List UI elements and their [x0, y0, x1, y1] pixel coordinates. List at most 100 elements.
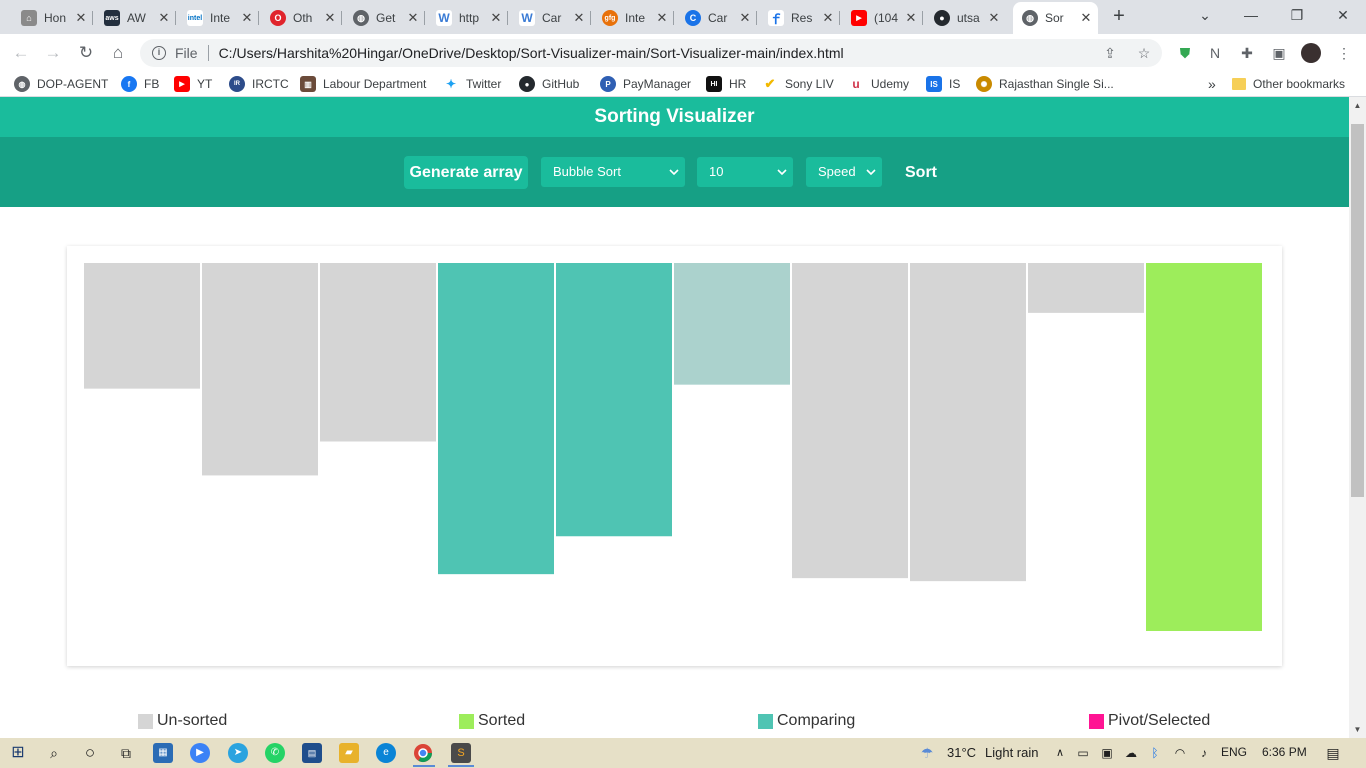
bookmark-yt[interactable]: ▶ YT: [174, 75, 212, 93]
extensions-puzzle-icon[interactable]: ✚: [1237, 43, 1257, 63]
close-icon[interactable]: ✕: [739, 10, 751, 26]
address-bar[interactable]: i File C:/Users/Harshita%20Hingar/OneDri…: [140, 39, 1162, 67]
close-icon[interactable]: ✕: [241, 10, 253, 26]
tab-sorting-visualizer[interactable]: ◍ Sor ✕: [1013, 2, 1098, 34]
tab-car-c[interactable]: C Car ✕: [676, 4, 757, 32]
close-icon[interactable]: ✕: [158, 10, 170, 26]
language-indicator[interactable]: ENG: [1221, 745, 1247, 759]
close-icon[interactable]: ✕: [324, 10, 336, 26]
home-button[interactable]: ⌂: [105, 40, 131, 66]
bookmark-github[interactable]: ● GitHub: [519, 75, 579, 93]
file-explorer-icon[interactable]: ▰: [339, 743, 359, 763]
bookmark-star-icon[interactable]: ☆: [1136, 45, 1152, 61]
weather-description[interactable]: Light rain: [985, 745, 1038, 760]
info-icon[interactable]: i: [152, 46, 166, 60]
tab-opera[interactable]: O Oth ✕: [261, 4, 342, 32]
bookmark-folder-other[interactable]: Other bookmarks: [1232, 75, 1345, 93]
close-icon[interactable]: ✕: [1080, 10, 1092, 26]
search-icon[interactable]: ⌕: [44, 743, 64, 763]
task-view-icon[interactable]: ⧉: [116, 743, 136, 763]
minimize-button[interactable]: —: [1228, 4, 1274, 28]
weather-rain-icon[interactable]: ☂: [917, 743, 937, 763]
close-icon[interactable]: ✕: [407, 10, 419, 26]
volume-icon[interactable]: ♪: [1194, 743, 1214, 763]
paymanager-icon: P: [600, 76, 616, 92]
bookmark-rajasthan[interactable]: ✺ Rajasthan Single Si...: [976, 75, 1114, 93]
speed-select[interactable]: Speed: [806, 157, 882, 187]
bookmark-fb[interactable]: f FB: [121, 75, 159, 93]
scroll-up-arrow-icon[interactable]: ▲: [1349, 97, 1366, 114]
bookmark-udemy[interactable]: u Udemy: [848, 75, 909, 93]
whatsapp-icon[interactable]: ✆: [265, 743, 285, 763]
algorithm-select[interactable]: Bubble Sort: [541, 157, 685, 187]
close-icon[interactable]: ✕: [75, 10, 87, 26]
info-icon: ｆ: [768, 10, 784, 27]
new-tab-button[interactable]: +: [1108, 6, 1130, 28]
tab-gfg[interactable]: gfg Inte ✕: [593, 4, 674, 32]
close-icon[interactable]: ✕: [822, 10, 834, 26]
bookmark-labour-department[interactable]: ▥ Labour Department: [300, 75, 426, 93]
scroll-thumb[interactable]: [1351, 124, 1364, 497]
display-icon[interactable]: ▣: [1097, 743, 1117, 763]
close-icon[interactable]: ✕: [573, 10, 585, 26]
reload-button[interactable]: ↻: [73, 40, 99, 66]
onedrive-cloud-icon[interactable]: ☁: [1121, 743, 1141, 763]
battery-icon[interactable]: ▭: [1073, 743, 1093, 763]
page-scrollbar[interactable]: ▲ ▼: [1349, 97, 1366, 738]
cortana-icon[interactable]: ○: [80, 743, 100, 763]
notifications-icon[interactable]: ▤: [1323, 743, 1343, 763]
tab-car-w[interactable]: W Car ✕: [510, 4, 591, 32]
tab-divider: [92, 11, 93, 25]
tab-aws[interactable]: aws AW ✕: [95, 4, 176, 32]
bookmark-dop-agent[interactable]: ◍ DOP-AGENT: [14, 75, 108, 93]
sublime-text-icon[interactable]: S: [451, 743, 471, 763]
profile-avatar[interactable]: [1301, 43, 1321, 63]
shield-icon[interactable]: ⛊: [1175, 43, 1195, 63]
tab-get[interactable]: ◍ Get ✕: [344, 4, 425, 32]
bookmark-hr[interactable]: HI HR: [706, 75, 746, 93]
zoom-app-icon[interactable]: ▶: [190, 743, 210, 763]
wifi-icon[interactable]: ◠: [1170, 743, 1190, 763]
show-hidden-icons-chevron-icon[interactable]: ∧: [1050, 743, 1070, 763]
bookmark-paymanager[interactable]: P PayManager: [600, 75, 691, 93]
tab-intel[interactable]: intel Inte ✕: [178, 4, 259, 32]
more-bookmarks-chevron-icon[interactable]: »: [1208, 75, 1216, 93]
calendar-app-icon[interactable]: ▦: [153, 743, 173, 763]
restore-button[interactable]: ❐: [1274, 4, 1320, 28]
address-url[interactable]: C:/Users/Harshita%20Hingar/OneDrive/Desk…: [219, 45, 844, 61]
menu-kebab-icon[interactable]: ⋮: [1334, 43, 1354, 63]
clock[interactable]: 6:36 PM: [1262, 745, 1307, 759]
back-button[interactable]: ←: [8, 40, 34, 66]
tab-github[interactable]: ● utsa ✕: [925, 4, 1006, 32]
bookmark-is[interactable]: IS IS: [926, 75, 960, 93]
monitor-app-icon[interactable]: ▤: [302, 743, 322, 763]
share-icon[interactable]: ⇪: [1102, 45, 1118, 61]
forward-button[interactable]: →: [40, 40, 66, 66]
close-icon[interactable]: ✕: [490, 10, 502, 26]
tab-res[interactable]: ｆ Res ✕: [759, 4, 840, 32]
chrome-icon[interactable]: [413, 743, 433, 763]
edge-icon[interactable]: e: [376, 743, 396, 763]
weather-temperature[interactable]: 31°C: [947, 745, 976, 760]
bluetooth-icon[interactable]: ᛒ: [1145, 743, 1165, 763]
side-panel-icon[interactable]: ▣: [1269, 43, 1289, 63]
bookmark-twitter[interactable]: ✦ Twitter: [443, 75, 501, 93]
tab-youtube[interactable]: ▶ (104 ✕: [842, 4, 923, 32]
array-size-select[interactable]: 10: [697, 157, 793, 187]
bookmark-sony-liv[interactable]: ✔ Sony LIV: [762, 75, 834, 93]
close-icon[interactable]: ✕: [905, 10, 917, 26]
tab-home[interactable]: ⌂ Hon ✕: [12, 4, 93, 32]
windows-start-icon[interactable]: ⊞: [8, 743, 28, 763]
scroll-down-arrow-icon[interactable]: ▼: [1349, 721, 1366, 738]
close-icon[interactable]: ✕: [988, 10, 1000, 26]
close-icon[interactable]: ✕: [656, 10, 668, 26]
telegram-icon[interactable]: ➤: [228, 743, 248, 763]
bookmark-irctc[interactable]: IR IRCTC: [229, 75, 289, 93]
generate-array-button[interactable]: Generate array: [404, 156, 528, 189]
opera-icon: O: [270, 10, 286, 26]
tab-search-chevron-icon[interactable]: ⌄: [1182, 4, 1228, 28]
close-window-button[interactable]: ✕: [1320, 4, 1366, 28]
notion-extension-icon[interactable]: N: [1205, 43, 1225, 63]
tab-http[interactable]: W http ✕: [427, 4, 508, 32]
sort-button[interactable]: Sort: [905, 156, 937, 189]
